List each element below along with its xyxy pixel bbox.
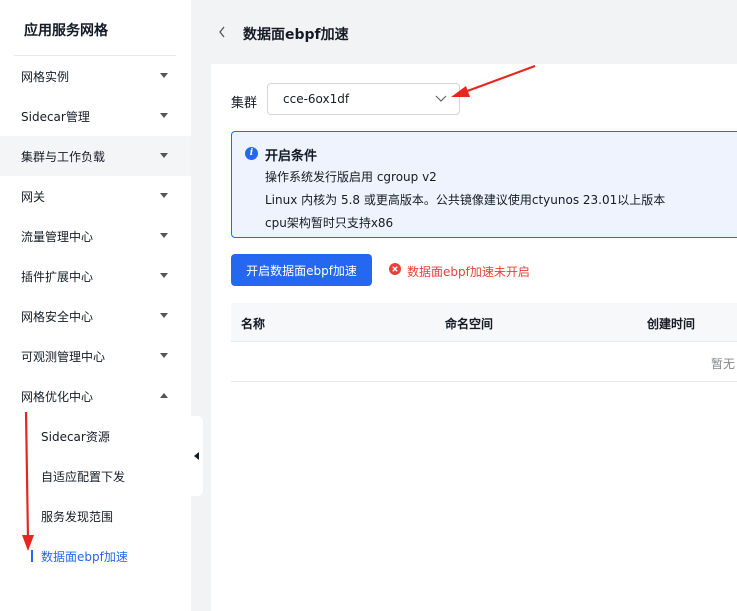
cluster-select-value: cce-6ox1df	[283, 92, 350, 106]
sidebar-item-label: 网格实例	[21, 69, 70, 84]
page-title: 数据面ebpf加速	[243, 27, 349, 43]
info-line: Linux 内核为 5.8 或更高版本。公共镜像建议使用ctyunos 23.0…	[265, 193, 666, 207]
page-header: 数据面ebpf加速	[203, 0, 737, 64]
caret-down-icon	[160, 113, 168, 118]
info-icon: i	[245, 147, 258, 160]
sidebar-item-label: 集群与工作负载	[21, 149, 106, 164]
sidebar-item-label: 网格优化中心	[21, 389, 94, 404]
info-line: 操作系统发行版启用 cgroup v2	[265, 170, 437, 184]
sidebar-subitem-service-discovery[interactable]: 服务发现范围	[0, 496, 191, 536]
cluster-label: 集群	[231, 96, 258, 111]
caret-up-icon	[160, 393, 168, 398]
main-panel: 集群 cce-6ox1df i 开启条件 操作系统发行版启用 cgroup v2…	[211, 64, 737, 611]
sidebar-title: 应用服务网格	[24, 23, 108, 39]
sidebar-subitem-adaptive-config[interactable]: 自适应配置下发	[0, 456, 191, 496]
status-text: 数据面ebpf加速未开启	[407, 265, 530, 279]
column-header-name: 名称	[241, 317, 266, 331]
sidebar-item-label: 可观测管理中心	[21, 349, 106, 364]
table-header: 名称 命名空间 创建时间	[231, 303, 737, 342]
back-arrow-icon[interactable]	[217, 25, 227, 39]
enable-ebpf-button[interactable]: 开启数据面ebpf加速	[231, 254, 372, 286]
caret-down-icon	[160, 233, 168, 238]
sidebar-item-label: 流量管理中心	[21, 229, 94, 244]
info-line: cpu架构暂时只支持x86	[265, 216, 394, 230]
caret-down-icon	[160, 273, 168, 278]
caret-down-icon	[160, 193, 168, 198]
sidebar-subitem-label: Sidecar资源	[41, 429, 110, 444]
sidebar-item-label: 网关	[21, 189, 46, 204]
sidebar-item-label: 插件扩展中心	[21, 269, 94, 284]
sidebar-collapse-handle[interactable]	[191, 416, 203, 496]
sidebar-item-label: 网格安全中心	[21, 309, 94, 324]
caret-left-icon	[194, 452, 199, 460]
sidebar-subitem-label: 数据面ebpf加速	[41, 549, 128, 564]
sidebar-item-mesh-instance[interactable]: 网格实例	[0, 56, 191, 96]
sidebar-item-plugin-extension[interactable]: 插件扩展中心	[0, 256, 191, 296]
sidebar-item-label: Sidecar管理	[21, 109, 90, 124]
cluster-select[interactable]: cce-6ox1df	[267, 83, 460, 115]
sidebar-subitem-label: 服务发现范围	[41, 509, 114, 524]
sidebar-item-observability[interactable]: 可观测管理中心	[0, 336, 191, 376]
sidebar-item-sidecar-management[interactable]: Sidecar管理	[0, 96, 191, 136]
caret-down-icon	[160, 313, 168, 318]
caret-down-icon	[160, 153, 168, 158]
empty-text: 暂无	[711, 357, 736, 371]
column-header-created-time: 创建时间	[647, 317, 696, 331]
chevron-down-icon	[435, 95, 447, 102]
sidebar-subitem-ebpf-acceleration[interactable]: 数据面ebpf加速	[0, 536, 191, 576]
sidebar-item-mesh-optimization[interactable]: 网格优化中心	[0, 376, 191, 416]
caret-down-icon	[160, 73, 168, 78]
sidebar-item-cluster-workload[interactable]: 集群与工作负载	[0, 136, 191, 176]
sidebar-item-mesh-security[interactable]: 网格安全中心	[0, 296, 191, 336]
sidebar: 应用服务网格 网格实例 Sidecar管理 集群与工作负载 网关 流量管理中心 …	[0, 0, 191, 611]
active-indicator	[31, 550, 33, 562]
sidebar-item-traffic-management[interactable]: 流量管理中心	[0, 216, 191, 256]
sidebar-subitem-sidecar-resource[interactable]: Sidecar资源	[0, 416, 191, 456]
info-box: i 开启条件 操作系统发行版启用 cgroup v2 Linux 内核为 5.8…	[231, 131, 737, 238]
caret-down-icon	[160, 353, 168, 358]
sidebar-subitem-label: 自适应配置下发	[41, 469, 126, 484]
error-circle-icon	[389, 263, 401, 275]
table-body: 暂无	[231, 342, 737, 382]
info-title: 开启条件	[265, 149, 318, 164]
column-header-namespace: 命名空间	[445, 317, 494, 331]
sidebar-item-gateway[interactable]: 网关	[0, 176, 191, 216]
